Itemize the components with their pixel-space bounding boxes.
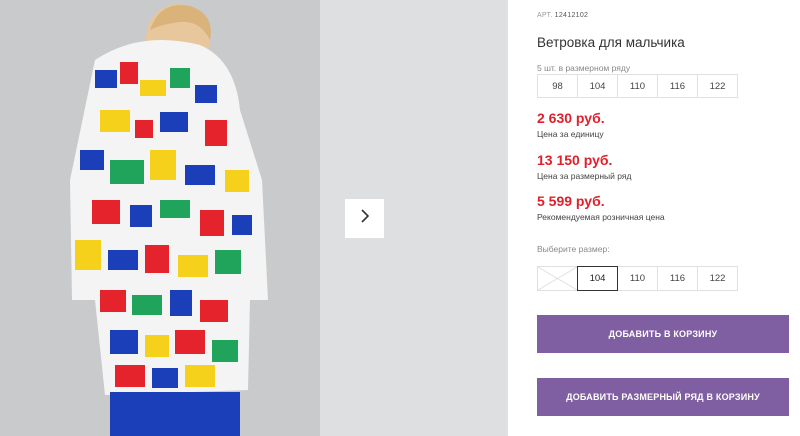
series-size-cell: 98 bbox=[537, 74, 578, 98]
series-label: 5 шт. в размерном ряду bbox=[537, 63, 631, 73]
next-image-button[interactable] bbox=[345, 199, 384, 238]
series-size-cell: 104 bbox=[577, 74, 618, 98]
product-info-panel: АРТ. 12412102 Ветровка для мальчика 5 шт.… bbox=[537, 0, 800, 436]
series-price-note: Цена за размерный ряд bbox=[537, 171, 632, 181]
retail-price: 5 599 руб. bbox=[537, 193, 605, 209]
add-to-cart-button[interactable]: ДОБАВИТЬ В КОРЗИНУ bbox=[537, 315, 789, 353]
product-title: Ветровка для мальчика bbox=[537, 35, 685, 50]
chevron-right-icon bbox=[359, 208, 371, 229]
size-picker: 98 104 110 116 122 bbox=[537, 266, 738, 291]
product-gallery bbox=[0, 0, 508, 436]
size-picker-label: Выберите размер: bbox=[537, 244, 610, 254]
size-option-122[interactable]: 122 bbox=[697, 266, 738, 291]
unavailable-cross-icon bbox=[537, 266, 578, 291]
series-sizes: 98 104 110 116 122 bbox=[537, 74, 738, 98]
article-label: АРТ. bbox=[537, 12, 553, 19]
unit-price: 2 630 руб. bbox=[537, 110, 605, 126]
series-price: 13 150 руб. bbox=[537, 152, 613, 168]
series-size-cell: 110 bbox=[617, 74, 658, 98]
series-size-cell: 116 bbox=[657, 74, 698, 98]
size-option-110[interactable]: 110 bbox=[617, 266, 658, 291]
size-option-98-disabled: 98 bbox=[537, 266, 578, 291]
article-value: 12412102 bbox=[554, 12, 589, 19]
panel-divider bbox=[507, 0, 508, 436]
unit-price-note: Цена за единицу bbox=[537, 129, 604, 139]
product-photo[interactable] bbox=[0, 0, 320, 436]
size-option-104[interactable]: 104 bbox=[577, 266, 618, 291]
add-series-to-cart-button[interactable]: ДОБАВИТЬ РАЗМЕРНЫЙ РЯД В КОРЗИНУ bbox=[537, 378, 789, 416]
article-number: АРТ. 12412102 bbox=[537, 12, 588, 19]
series-size-cell: 122 bbox=[697, 74, 738, 98]
jacket-photo-illustration bbox=[70, 4, 268, 436]
retail-price-note: Рекомендуемая розничная цена bbox=[537, 212, 665, 222]
size-option-116[interactable]: 116 bbox=[657, 266, 698, 291]
